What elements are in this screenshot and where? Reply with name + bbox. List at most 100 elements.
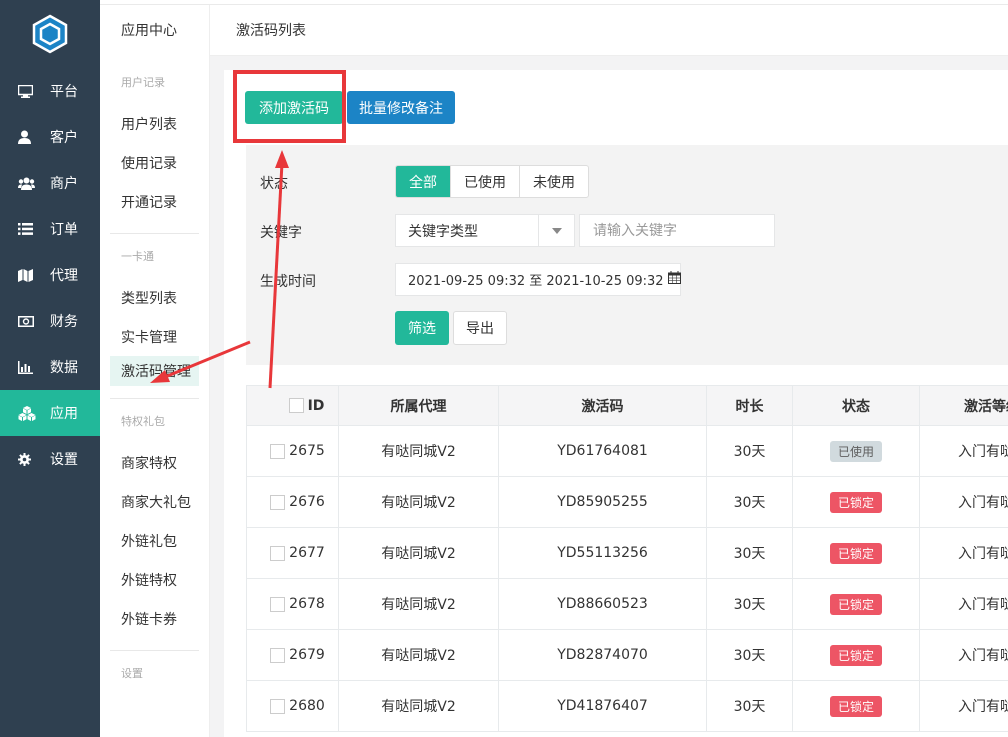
submenu-item[interactable]: 商家特权 [100,443,209,482]
cell-level: 入门有哒卡 [919,680,1008,732]
cell-status: 已锁定 [792,527,920,579]
row-checkbox[interactable] [270,443,286,459]
content-panel: 添加激活码 批量修改备注 状态 全部已使用未使用 关键字 关键字类型 生成时间 … [224,70,1008,737]
nav-item-7[interactable]: 应用 [0,390,100,436]
submenu-item[interactable]: 使用记录 [100,143,209,182]
nav-item-label: 平台 [50,84,78,100]
status-badge: 已锁定 [829,593,882,615]
status-badge: 已使用 [829,440,882,462]
table-header-row: ID 所属代理 激活码 时长 状态 激活等级 [246,385,1008,426]
keyword-label: 关键字 [260,225,302,241]
column-header-status: 状态 [792,385,920,426]
cell-code: YD61764081 [498,425,707,477]
cell-status: 已锁定 [792,476,920,528]
nav-item-0[interactable]: 平台 [0,68,100,114]
date-range-picker[interactable]: 2021-09-25 09:32 至 2021-10-25 09:32 [395,263,681,296]
submenu-item[interactable]: 外链礼包 [100,521,209,560]
caret-down-icon[interactable] [538,215,574,246]
submenu-group-one-card: 一卡通 [121,250,154,263]
main-content: 添加激活码 批量修改备注 状态 全部已使用未使用 关键字 关键字类型 生成时间 … [210,56,1008,737]
cell-agent: 有哒同城V2 [338,425,499,477]
table-row[interactable]: 2676有哒同城V2YD8590525530天 已锁定 入门有哒卡 [246,476,1008,528]
cubes-icon [18,405,44,421]
nav-item-4[interactable]: 代理 [0,252,100,298]
cell-level: 入门有哒卡 [919,425,1008,477]
nav-item-label: 设置 [50,452,78,468]
nav-item-label: 数据 [50,360,78,376]
status-badge: 已锁定 [829,644,882,666]
cell-status: 已锁定 [792,680,920,732]
column-header-duration: 时长 [706,385,793,426]
submenu-item[interactable]: 激活码管理 [110,356,199,386]
cell-id: 2680 [246,680,339,732]
cell-id: 2676 [246,476,339,528]
cell-status: 已锁定 [792,578,920,630]
filter-panel: 状态 全部已使用未使用 关键字 关键字类型 生成时间 2021-09-25 09… [246,145,1008,365]
row-checkbox[interactable] [270,545,286,561]
select-all-checkbox[interactable] [288,398,304,413]
table-row[interactable]: 2678有哒同城V2YD8866052330天 已锁定 入门有哒卡 [246,578,1008,630]
table-row[interactable]: 2675有哒同城V2YD6176408130天 已使用 入门有哒卡 [246,425,1008,477]
submenu-item[interactable]: 外链卡券 [100,599,209,638]
keyword-type-select[interactable]: 关键字类型 [395,214,575,247]
cell-id: 2675 [246,425,339,477]
nav-item-5[interactable]: 财务 [0,298,100,344]
submenu-item[interactable]: 商家大礼包 [100,482,209,521]
submenu-item[interactable]: 开通记录 [100,182,209,221]
gear-icon [18,452,44,466]
cell-code: YD82874070 [498,629,707,681]
cell-agent: 有哒同城V2 [338,527,499,579]
nav-item-1[interactable]: 客户 [0,114,100,160]
activation-code-table: ID 所属代理 激活码 时长 状态 激活等级 2675有哒同城V2YD61764… [246,385,1008,732]
row-checkbox[interactable] [270,698,286,714]
cell-agent: 有哒同城V2 [338,629,499,681]
nav-item-2[interactable]: 商户 [0,160,100,206]
cell-code: YD55113256 [498,527,707,579]
cell-agent: 有哒同城V2 [338,578,499,630]
cell-status: 已使用 [792,425,920,477]
submenu-item[interactable]: 类型列表 [100,278,209,317]
users-icon [18,177,44,190]
submenu-item[interactable]: 用户列表 [100,104,209,143]
submenu-item[interactable]: 实卡管理 [100,317,209,356]
calendar-icon [667,271,681,288]
secondary-sidebar: 应用中心 用户记录 用户列表 使用记录 开通记录 一卡通 类型列表 实卡管理 激活码管理… [100,0,210,737]
cell-duration: 30天 [706,680,793,732]
submenu-title[interactable]: 应用中心 [100,0,209,60]
date-range-value: 2021-09-25 09:32 至 2021-10-25 09:32 [408,274,664,289]
export-button[interactable]: 导出 [453,311,507,345]
row-checkbox[interactable] [270,647,286,663]
logo-icon [32,14,68,54]
table-row[interactable]: 2677有哒同城V2YD5511325630天 已锁定 入门有哒卡 [246,527,1008,579]
list-icon [18,223,44,235]
batch-edit-remark-button[interactable]: 批量修改备注 [347,91,455,124]
status-segmented-control: 全部 已使用 未使用 [395,165,589,198]
nav-item-8[interactable]: 设置 [0,436,100,482]
nav-item-label: 客户 [50,130,78,146]
cell-level: 入门有哒卡 [919,578,1008,630]
status-option[interactable]: 已使用 [451,166,520,197]
cell-duration: 30天 [706,578,793,630]
nav-item-6[interactable]: 数据 [0,344,100,390]
nav-item-3[interactable]: 订单 [0,206,100,252]
column-header-id: ID [246,385,339,426]
table-row[interactable]: 2679有哒同城V2YD8287407030天 已锁定 入门有哒卡 [246,629,1008,681]
cell-id: 2679 [246,629,339,681]
column-header-agent: 所属代理 [338,385,499,426]
table-row[interactable]: 2680有哒同城V2YD4187640730天 已锁定 入门有哒卡 [246,680,1008,732]
logo[interactable] [0,0,100,68]
monitor-icon [18,84,44,98]
nav-item-label: 商户 [50,176,78,192]
status-badge: 已锁定 [829,542,882,564]
row-checkbox[interactable] [270,494,286,510]
time-label: 生成时间 [260,274,316,290]
cell-code: YD88660523 [498,578,707,630]
status-badge: 已锁定 [829,695,882,717]
keyword-input[interactable] [579,214,775,247]
submenu-item[interactable]: 外链特权 [100,560,209,599]
row-checkbox[interactable] [270,596,286,612]
status-option[interactable]: 未使用 [520,166,588,197]
filter-button[interactable]: 筛选 [395,311,449,345]
submenu-group-user-records: 用户记录 [121,76,165,89]
status-option[interactable]: 全部 [396,166,451,197]
